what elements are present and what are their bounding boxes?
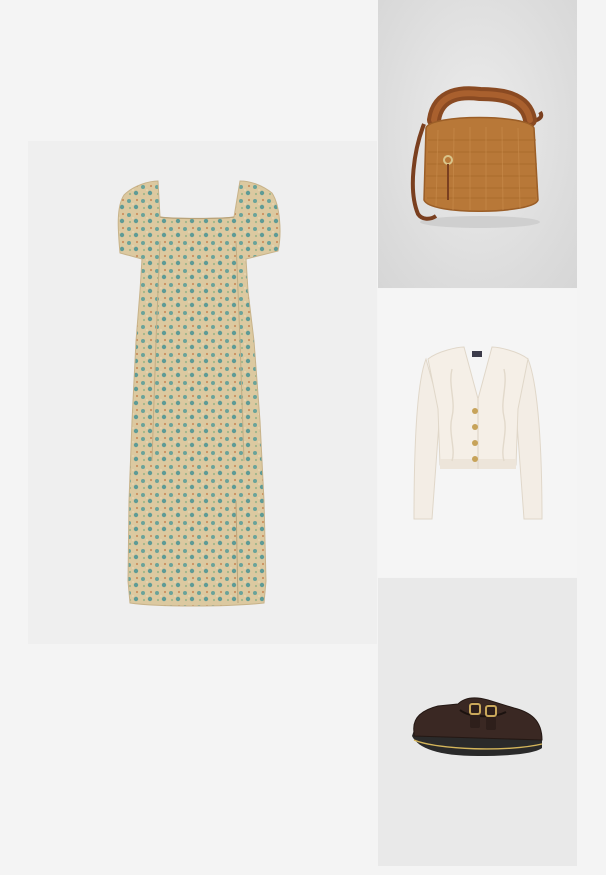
handbag-icon — [410, 86, 544, 228]
product-tile-cardigan[interactable] — [378, 289, 577, 577]
cardigan-icon — [413, 346, 543, 520]
product-tile-dress[interactable] — [28, 141, 377, 644]
product-tile-handbag[interactable] — [378, 0, 577, 288]
product-tile-shoes[interactable] — [378, 578, 577, 866]
shoe-icon — [412, 697, 543, 756]
dress-icon — [117, 180, 281, 607]
